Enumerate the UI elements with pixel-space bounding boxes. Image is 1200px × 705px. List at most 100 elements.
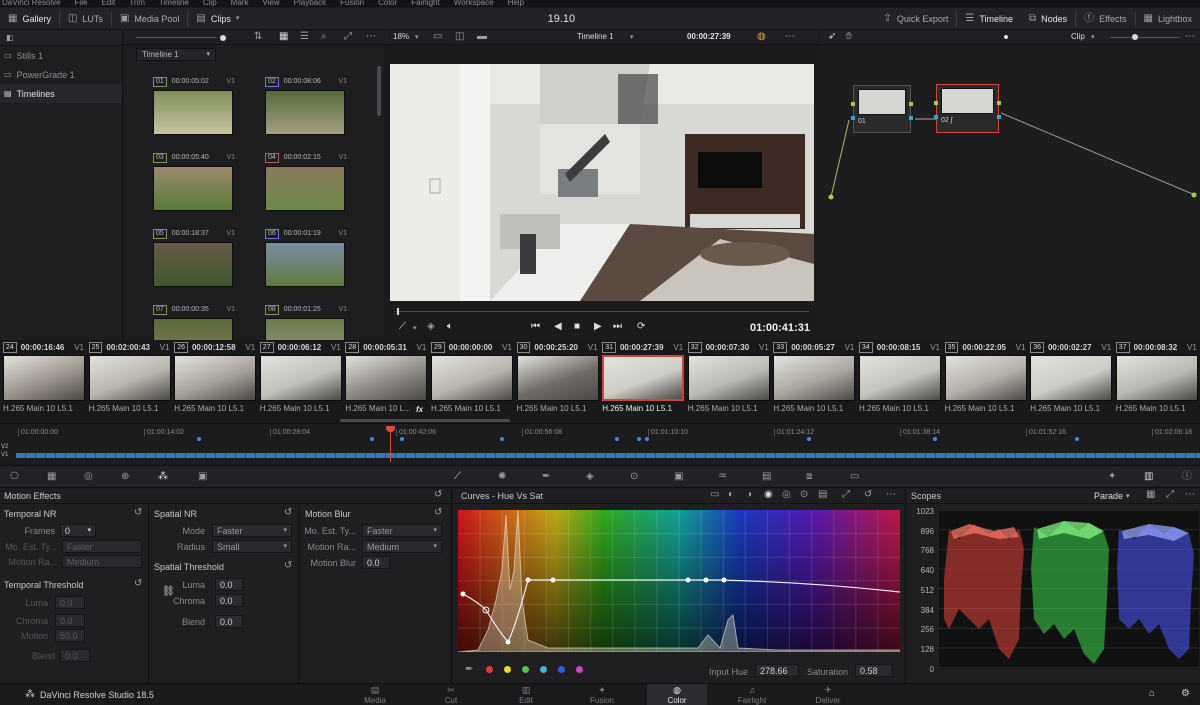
- radius-select[interactable]: Small ▾: [212, 540, 292, 553]
- reset-icon[interactable]: ↺: [134, 579, 142, 589]
- go-to-start-icon[interactable]: ⏮︎: [531, 322, 540, 332]
- spatial-luma-field[interactable]: 0.0: [215, 578, 243, 591]
- viewer-timeline-name[interactable]: Timeline 1: [577, 32, 614, 41]
- node-input[interactable]: [851, 102, 855, 106]
- node-key-output[interactable]: [909, 116, 913, 120]
- timeline-clip[interactable]: 37 00:00:08:32 V1 H.265 Main 10 L5.1: [1115, 340, 1200, 420]
- zoom-level[interactable]: 18%: [393, 32, 409, 41]
- node-key-input[interactable]: [934, 115, 938, 119]
- marker-dot[interactable]: [637, 437, 641, 441]
- hue-swatch-0[interactable]: [486, 666, 493, 673]
- expand-icon[interactable]: ⤢: [842, 490, 850, 500]
- saturation-field[interactable]: 0.58: [855, 664, 893, 677]
- reset-icon[interactable]: ↺: [434, 508, 442, 518]
- timeline-clip[interactable]: 33 00:00:05:27 V1 H.265 Main 10 L5.1: [773, 340, 858, 420]
- curve-mode-icon[interactable]: ◉: [764, 490, 773, 500]
- loop-icon[interactable]: ⟳: [637, 322, 645, 332]
- luts-button[interactable]: ◫ LUTs: [60, 8, 111, 30]
- nodes-toggle[interactable]: ⧉ Nodes: [1021, 8, 1075, 30]
- node-output[interactable]: [997, 101, 1001, 105]
- mo-est-type-select[interactable]: Faster: [62, 540, 142, 553]
- clips-button[interactable]: ▤ Clips ▾: [188, 8, 247, 30]
- media-clip-card[interactable]: 02 00:00:08:06 V1: [265, 76, 347, 135]
- node-zoom-slider[interactable]: [1110, 34, 1180, 40]
- menu-item[interactable]: Clip: [203, 0, 217, 7]
- wipe-icon[interactable]: ▬: [477, 32, 487, 42]
- media-clip-card[interactable]: 06 00:00:01:19 V1: [265, 228, 347, 287]
- marker-dot[interactable]: [615, 437, 619, 441]
- timeline-clip[interactable]: 29 00:00:00:00 V1 H.265 Main 10 L5.1: [431, 340, 516, 420]
- curve-mode-icon[interactable]: ◑: [746, 490, 752, 500]
- nav-edit[interactable]: ▥ Edit: [496, 684, 556, 705]
- viewer-mode-icon[interactable]: ▭: [433, 32, 442, 42]
- curve-mode-icon[interactable]: ◎: [782, 490, 791, 500]
- magic-mask-icon[interactable]: ▣: [674, 472, 683, 482]
- more-options-icon[interactable]: ⋯: [1185, 32, 1195, 42]
- more-options-icon[interactable]: ⋯: [886, 490, 896, 500]
- menu-item[interactable]: Edit: [101, 0, 115, 7]
- node-output[interactable]: [909, 102, 913, 106]
- curve-mode-icon[interactable]: ⊙: [800, 490, 808, 500]
- menu-item[interactable]: Timeline: [159, 0, 189, 7]
- blend-field[interactable]: 0.0: [60, 649, 90, 662]
- node-input[interactable]: [934, 101, 938, 105]
- curves-icon[interactable]: ⟋: [454, 472, 461, 482]
- color-wheels-icon[interactable]: ◎: [84, 472, 93, 482]
- hue-swatch-4[interactable]: [558, 666, 565, 673]
- timeline-clip[interactable]: 26 00:00:12:58 V1 H.265 Main 10 L5.1: [174, 340, 259, 420]
- menu-item[interactable]: Playback: [294, 0, 326, 7]
- split-view-icon[interactable]: ◫: [455, 32, 464, 42]
- volume-icon[interactable]: 🔈︎: [447, 322, 453, 332]
- timeline-toggle[interactable]: ☰ Timeline: [957, 8, 1021, 30]
- timeline-clip[interactable]: 30 00:00:25:20 V1 H.265 Main 10 L5.1: [516, 340, 602, 420]
- tracker-icon[interactable]: ⊙: [630, 472, 638, 482]
- reset-icon[interactable]: ↺: [434, 490, 442, 500]
- hue-swatch-2[interactable]: [522, 666, 529, 673]
- expand-icon[interactable]: ⤢: [344, 32, 352, 42]
- color-warper-icon[interactable]: ✺: [498, 472, 506, 482]
- more-options-icon[interactable]: ⋯: [785, 32, 795, 42]
- color-match-icon[interactable]: ▦: [47, 472, 56, 482]
- gallery-button[interactable]: ▦ Gallery: [0, 8, 59, 30]
- reset-icon[interactable]: ↺: [284, 561, 292, 571]
- more-options-icon[interactable]: ⋯: [366, 32, 376, 42]
- scope-mode-select[interactable]: Parade: [1094, 491, 1123, 501]
- mb-type-select[interactable]: Faster ▾: [362, 524, 442, 537]
- clip-strip-scrollbar[interactable]: [340, 419, 510, 422]
- marker-dot[interactable]: [933, 437, 937, 441]
- marker-dot[interactable]: [645, 437, 649, 441]
- node-01[interactable]: 01: [851, 85, 913, 133]
- sort-icon[interactable]: ⇅: [254, 32, 262, 42]
- menu-item[interactable]: Trim: [129, 0, 145, 7]
- layers-icon[interactable]: ◈: [427, 322, 435, 332]
- sidebar-item-stills[interactable]: ▭ Stills 1: [0, 46, 122, 65]
- motion-effects-icon[interactable]: ⁂: [158, 472, 168, 482]
- nav-fusion[interactable]: ✦ Fusion: [572, 684, 632, 705]
- pointer-icon[interactable]: ➶: [828, 32, 836, 42]
- quick-export-button[interactable]: ⇪ Quick Export: [875, 8, 956, 30]
- media-clip-card[interactable]: 01 00:00:05:02 V1: [153, 76, 235, 135]
- rgb-mixer-icon[interactable]: ⊕: [121, 472, 129, 482]
- timeline-clip[interactable]: 34 00:00:08:15 V1 H.265 Main 10 L5.1: [859, 340, 944, 420]
- timeline-clip[interactable]: 24 00:00:16:46 V1 H.265 Main 10 L5.1: [3, 340, 88, 420]
- more-options-icon[interactable]: ⋯: [1185, 490, 1195, 500]
- nav-fairlight[interactable]: ♫ Fairlight: [722, 684, 782, 705]
- go-to-end-icon[interactable]: ⏭︎: [613, 322, 622, 332]
- stills-scrollbar[interactable]: [377, 66, 381, 116]
- blur-icon[interactable]: ♒: [718, 472, 727, 482]
- mb-range-select[interactable]: Medium ▾: [362, 540, 442, 553]
- menu-item[interactable]: File: [75, 0, 88, 7]
- motion-field[interactable]: 50.0: [55, 629, 85, 642]
- marker-dot[interactable]: [500, 437, 504, 441]
- menu-item[interactable]: Fairlight: [411, 0, 439, 7]
- node-mode-select[interactable]: Clip: [1071, 32, 1085, 41]
- nav-cut[interactable]: ✂ Cut: [421, 684, 481, 705]
- search-icon[interactable]: ⌕: [321, 32, 327, 42]
- timeline-clip[interactable]: 31 00:00:27:39 V1 H.265 Main 10 L5.1: [602, 340, 687, 420]
- sizing-icon[interactable]: ⧈: [806, 472, 812, 482]
- spatial-chroma-field[interactable]: 0.0: [215, 594, 243, 607]
- menu-item[interactable]: Help: [508, 0, 524, 7]
- spatial-blend-field[interactable]: 0.0: [215, 615, 243, 628]
- hue-swatch-3[interactable]: [540, 666, 547, 673]
- hue-swatch-1[interactable]: [504, 666, 511, 673]
